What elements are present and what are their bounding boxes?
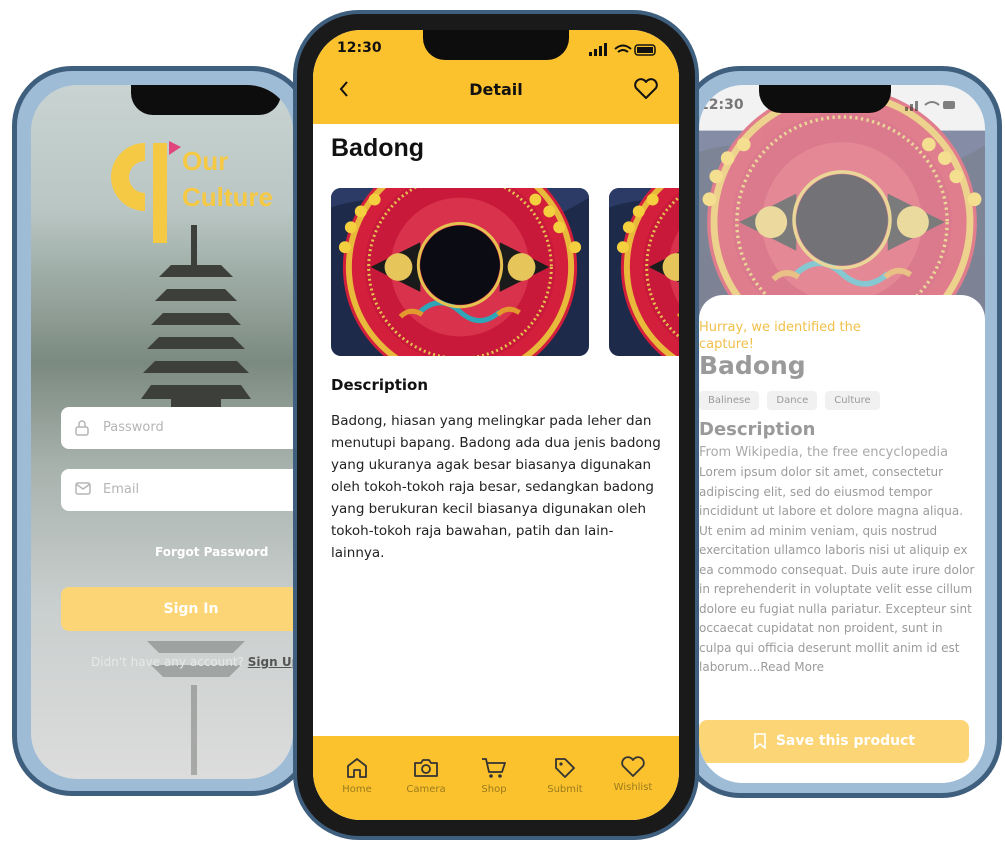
nav-label: Wishlist bbox=[613, 782, 653, 793]
nav-shop[interactable]: Shop bbox=[464, 756, 524, 795]
detail-phone-mockup: 12:30 Detail Badong Description Badong, … bbox=[293, 10, 699, 840]
tag-chip[interactable]: Dance bbox=[767, 391, 818, 410]
signal-icon bbox=[905, 99, 955, 111]
nav-label: Camera bbox=[406, 784, 446, 795]
favorite-heart-icon[interactable] bbox=[633, 78, 659, 104]
password-placeholder: Password bbox=[103, 420, 164, 435]
nav-camera[interactable]: Camera bbox=[396, 756, 456, 795]
badong-image-next[interactable] bbox=[609, 188, 679, 356]
description-text: Badong, hiasan yang melingkar pada leher… bbox=[331, 413, 661, 561]
our-culture-logo bbox=[110, 141, 181, 243]
camera-notch bbox=[131, 85, 281, 115]
save-product-button[interactable]: Save this product bbox=[699, 720, 969, 763]
tag-chip[interactable]: Balinese bbox=[699, 391, 760, 410]
lock-icon bbox=[75, 420, 89, 436]
bookmark-icon bbox=[753, 733, 767, 749]
mail-icon bbox=[75, 482, 91, 495]
nav-home[interactable]: Home bbox=[327, 756, 387, 795]
item-name: Badong bbox=[331, 134, 425, 162]
email-placeholder: Email bbox=[103, 482, 140, 497]
result-screen: 12:30 Hurray, we identified the capture!… bbox=[699, 85, 985, 783]
description-text: Lorem ipsum dolor sit amet, consectetur … bbox=[699, 465, 975, 674]
login-screen: Our Culture Password Email Forgot Passwo… bbox=[31, 85, 293, 779]
nav-submit[interactable]: Submit bbox=[535, 756, 595, 795]
login-phone-mockup: Our Culture Password Email Forgot Passwo… bbox=[12, 66, 312, 796]
logo-text: Our Culture bbox=[182, 143, 273, 215]
result-card: Hurray, we identified the capture! Badon… bbox=[699, 295, 985, 783]
tag-list: Balinese Dance Culture bbox=[699, 391, 880, 410]
password-field[interactable]: Password bbox=[61, 407, 293, 449]
cart-icon bbox=[464, 756, 524, 780]
nav-label: Home bbox=[342, 784, 372, 795]
badong-image[interactable] bbox=[331, 188, 589, 356]
logo-text-line1: Our bbox=[182, 146, 229, 176]
no-account-text: Didn't have any account? bbox=[91, 655, 244, 669]
nav-label: Shop bbox=[481, 784, 507, 795]
status-icons bbox=[589, 43, 657, 56]
camera-icon bbox=[396, 756, 456, 780]
tag-icon bbox=[535, 756, 595, 780]
camera-notch bbox=[423, 30, 569, 60]
bottom-nav: Home Camera Shop Submit Wishlist bbox=[313, 736, 679, 820]
description-heading: Description bbox=[331, 376, 429, 394]
description-heading: Description bbox=[699, 419, 816, 440]
sign-in-button[interactable]: Sign In bbox=[61, 587, 293, 631]
home-icon bbox=[327, 756, 387, 780]
status-bar: 12:30 bbox=[699, 85, 985, 125]
result-phone-mockup: 12:30 Hurray, we identified the capture!… bbox=[680, 66, 1002, 798]
logo-text-line2: Culture bbox=[182, 182, 273, 212]
clock: 12:30 bbox=[699, 97, 744, 113]
forgot-password-link[interactable]: Forgot Password bbox=[155, 545, 268, 559]
nav-label: Submit bbox=[547, 784, 583, 795]
detail-screen: 12:30 Detail Badong Description Badong, … bbox=[313, 30, 679, 820]
source-text: From Wikipedia, the free encyclopedia bbox=[699, 445, 949, 460]
heart-icon bbox=[603, 756, 663, 778]
sign-up-link[interactable]: Sign Up here bbox=[248, 655, 293, 669]
clock: 12:30 bbox=[337, 40, 382, 56]
identified-message: Hurray, we identified the capture! bbox=[699, 320, 861, 352]
save-button-label: Save this product bbox=[775, 733, 916, 749]
signup-prompt: Didn't have any account? Sign Up here bbox=[91, 655, 293, 669]
tag-chip[interactable]: Culture bbox=[825, 391, 880, 410]
nav-wishlist[interactable]: Wishlist bbox=[603, 756, 663, 793]
result-title: Badong bbox=[699, 351, 806, 380]
page-title: Detail bbox=[469, 80, 523, 99]
email-field[interactable]: Email bbox=[61, 469, 293, 511]
